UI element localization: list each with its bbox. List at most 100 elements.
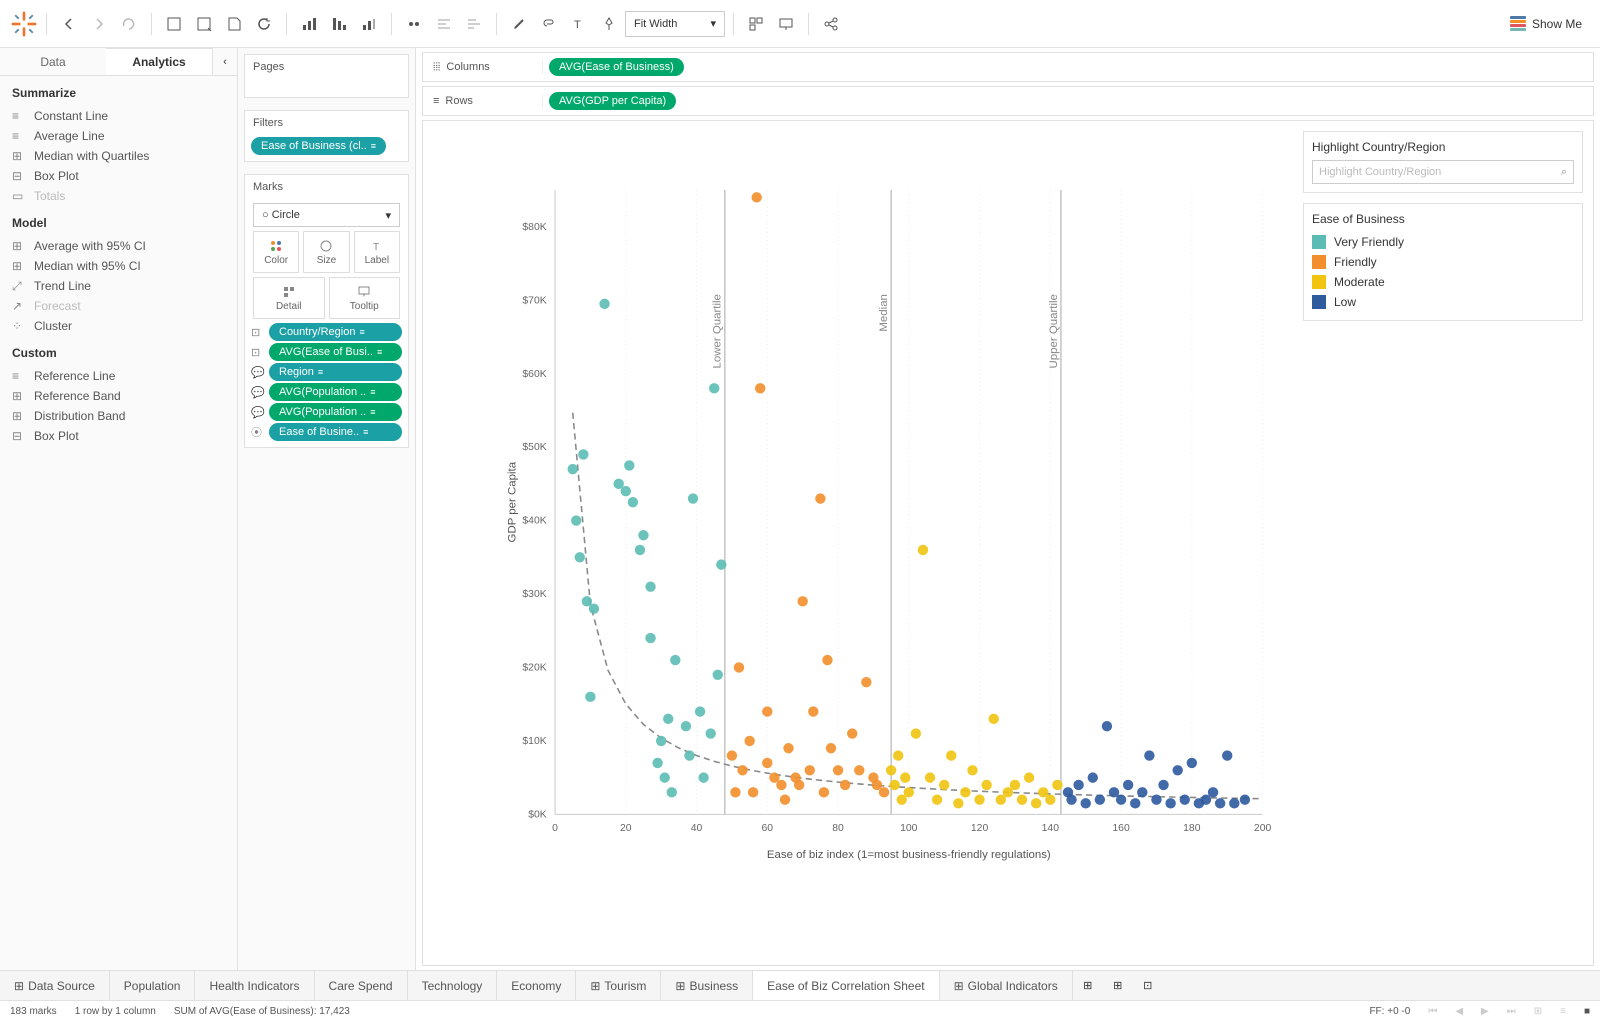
- legend-label: Moderate: [1334, 275, 1385, 289]
- nav-prev-icon[interactable]: ◀: [1455, 1006, 1463, 1017]
- new-dashboard-tab-icon[interactable]: ⊞: [1103, 971, 1133, 1001]
- mark-pill-row[interactable]: ⦿Ease of Busine..≡: [251, 423, 402, 441]
- highlight-input[interactable]: Highlight Country/Region⌕: [1312, 160, 1574, 184]
- view-grid-icon[interactable]: ⊞: [1534, 1006, 1542, 1017]
- chart-area[interactable]: $0K$10K$20K$30K$40K$50K$60K$70K$80K02040…: [423, 121, 1293, 965]
- analytics-avg-ci[interactable]: ⊞Average with 95% CI: [0, 236, 237, 256]
- filter-pill[interactable]: Ease of Business (cl..≡: [251, 137, 386, 155]
- view-list-icon[interactable]: ≡: [1560, 1006, 1566, 1017]
- svg-text:20: 20: [620, 823, 632, 834]
- mark-pill-row[interactable]: ⊡Country/Region≡: [251, 323, 402, 341]
- status-ff: FF: +0 -0: [1369, 1006, 1410, 1017]
- sheet-tab[interactable]: Economy: [497, 971, 576, 1000]
- mark-pill[interactable]: Country/Region≡: [269, 323, 402, 341]
- new-story-icon[interactable]: ⊡: [1133, 971, 1163, 1001]
- analytics-reference-band[interactable]: ⊞Reference Band: [0, 386, 237, 406]
- mark-pill-row[interactable]: ⊡ AVG(Ease of Busi..≡: [251, 343, 402, 361]
- analytics-trend-line[interactable]: ⤢Trend Line: [0, 276, 237, 296]
- back-icon[interactable]: [55, 10, 83, 38]
- analytics-constant-line[interactable]: ≡Constant Line: [0, 106, 237, 126]
- shelf-size[interactable]: Size: [303, 231, 349, 273]
- sheet-tab[interactable]: Technology: [408, 971, 498, 1000]
- new-worksheet-icon[interactable]: [160, 10, 188, 38]
- mark-pill[interactable]: Ease of Busine..≡: [269, 423, 402, 441]
- sheet-tab[interactable]: Health Indicators: [195, 971, 314, 1000]
- refresh-icon[interactable]: [250, 10, 278, 38]
- tab-analytics[interactable]: Analytics: [106, 48, 213, 75]
- analytics-median-quartiles[interactable]: ⊞Median with Quartiles: [0, 146, 237, 166]
- legend-item[interactable]: Very Friendly: [1312, 232, 1574, 252]
- sheet-tabs: ⊞Data Source PopulationHealth Indicators…: [0, 970, 1600, 1000]
- forward-icon[interactable]: [85, 10, 113, 38]
- fit-dropdown[interactable]: Fit Width▾: [625, 11, 725, 37]
- nav-next-icon[interactable]: ▶: [1481, 1006, 1489, 1017]
- mark-pill-row[interactable]: 💬Region≡: [251, 363, 402, 381]
- sort-asc-icon[interactable]: [325, 10, 353, 38]
- rows-pill[interactable]: AVG(GDP per Capita): [549, 92, 676, 110]
- new-dashboard-icon[interactable]: [190, 10, 218, 38]
- shelf-detail[interactable]: Detail: [253, 277, 325, 319]
- svg-text:200: 200: [1254, 823, 1272, 834]
- marks-type-select[interactable]: ○ Circle▾: [253, 203, 400, 227]
- mark-pill[interactable]: Region≡: [269, 363, 402, 381]
- analytics-reference-line[interactable]: ≡Reference Line: [0, 366, 237, 386]
- shelf-label[interactable]: TLabel: [354, 231, 400, 273]
- cards-panel: Pages Filters Ease of Business (cl..≡ Ma…: [238, 48, 416, 970]
- nav-last-icon[interactable]: ⏭: [1507, 1006, 1516, 1017]
- analytics-median-ci[interactable]: ⊞Median with 95% CI: [0, 256, 237, 276]
- columns-pill[interactable]: AVG(Ease of Business): [549, 58, 684, 76]
- sheet-tab[interactable]: ⊞Global Indicators: [940, 971, 1073, 1000]
- sheet-tab[interactable]: ⊞Tourism: [576, 971, 661, 1000]
- view-full-icon[interactable]: ■: [1584, 1006, 1590, 1017]
- tableau-logo-icon[interactable]: [10, 10, 38, 38]
- share-icon[interactable]: [817, 10, 845, 38]
- sheet-tab[interactable]: ⊞Business: [661, 971, 753, 1000]
- sort-desc-icon[interactable]: [355, 10, 383, 38]
- sheet-tab[interactable]: Population: [110, 971, 196, 1000]
- analytics-cluster[interactable]: ⁘Cluster: [0, 316, 237, 336]
- shelf-color[interactable]: Color: [253, 231, 299, 273]
- mark-pill[interactable]: AVG(Population ..≡: [269, 403, 402, 421]
- mark-pill[interactable]: AVG(Ease of Busi..≡: [269, 343, 402, 361]
- group-icon[interactable]: [400, 10, 428, 38]
- rows-shelf[interactable]: ≡Rows AVG(GDP per Capita): [422, 86, 1594, 116]
- legend-item[interactable]: Moderate: [1312, 272, 1574, 292]
- fit-dropdown-label: Fit Width: [634, 18, 677, 30]
- shelf-tooltip[interactable]: Tooltip: [329, 277, 401, 319]
- svg-text:$50K: $50K: [522, 442, 546, 453]
- attach-icon[interactable]: [535, 10, 563, 38]
- tab-data-source[interactable]: ⊞Data Source: [0, 971, 110, 1000]
- show-me-button[interactable]: Show Me: [1502, 16, 1590, 32]
- text-icon[interactable]: T: [565, 10, 593, 38]
- totals-icon[interactable]: [430, 10, 458, 38]
- mark-pill-row[interactable]: 💬AVG(Population ..≡: [251, 403, 402, 421]
- collapse-side-icon[interactable]: ‹: [213, 48, 237, 75]
- chevron-down-icon: ▾: [385, 209, 391, 222]
- tab-data[interactable]: Data: [0, 48, 106, 75]
- svg-text:$0K: $0K: [528, 809, 547, 820]
- presentation-icon[interactable]: [772, 10, 800, 38]
- save-icon[interactable]: [220, 10, 248, 38]
- svg-text:$40K: $40K: [522, 516, 546, 527]
- sheet-tab[interactable]: Care Spend: [315, 971, 408, 1000]
- highlight-icon[interactable]: [505, 10, 533, 38]
- analytics-average-line[interactable]: ≡Average Line: [0, 126, 237, 146]
- pin-icon[interactable]: [595, 10, 623, 38]
- detail-icon: ⊡: [251, 346, 265, 359]
- nav-first-icon[interactable]: ⏮: [1428, 1006, 1437, 1017]
- columns-shelf[interactable]: ⦙⦙⦙Columns AVG(Ease of Business): [422, 52, 1594, 82]
- analytics-box-plot-custom[interactable]: ⊟Box Plot: [0, 426, 237, 446]
- undo-redo-icon[interactable]: [115, 10, 143, 38]
- mark-pill-row[interactable]: 💬AVG(Population ..≡: [251, 383, 402, 401]
- sheet-tab[interactable]: Ease of Biz Correlation Sheet: [753, 971, 939, 1000]
- pages-title: Pages: [245, 55, 408, 79]
- analytics-box-plot[interactable]: ⊟Box Plot: [0, 166, 237, 186]
- analytics-distribution-band[interactable]: ⊞Distribution Band: [0, 406, 237, 426]
- mark-pill[interactable]: AVG(Population ..≡: [269, 383, 402, 401]
- legend-item[interactable]: Friendly: [1312, 252, 1574, 272]
- show-cards-icon[interactable]: [742, 10, 770, 38]
- legend-item[interactable]: Low: [1312, 292, 1574, 312]
- show-labels-icon[interactable]: [460, 10, 488, 38]
- swap-icon[interactable]: [295, 10, 323, 38]
- new-sheet-icon[interactable]: ⊞: [1073, 971, 1103, 1001]
